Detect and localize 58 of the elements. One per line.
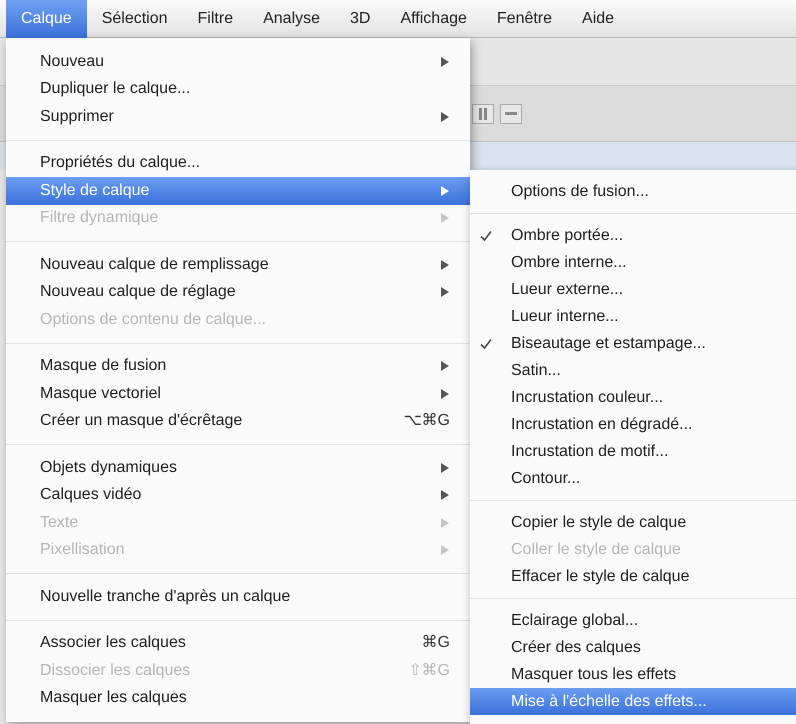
menu-item[interactable]: Biseautage et estampage... xyxy=(470,330,796,357)
menu-bar-item[interactable]: Filtre xyxy=(182,0,248,38)
submenu-arrow-icon xyxy=(440,462,450,474)
submenu-arrow-icon xyxy=(440,184,450,197)
distribute-icon[interactable] xyxy=(500,104,522,124)
menu-item[interactable]: Dupliquer le calque... xyxy=(6,76,470,103)
menu-item[interactable]: Supprimer xyxy=(6,103,470,130)
align-icon[interactable] xyxy=(472,104,494,124)
menu-item[interactable]: Style de calque xyxy=(6,177,470,204)
menu-item[interactable]: Incrustation en dégradé... xyxy=(470,411,796,438)
menu-bar-item[interactable]: Sélection xyxy=(86,0,183,38)
menu-item[interactable]: Masquer tous les effets xyxy=(470,661,796,688)
menu-item[interactable]: Nouvelle tranche d'après un calque xyxy=(6,583,470,610)
menu-item[interactable]: Créer des calques xyxy=(470,634,796,661)
submenu-arrow-icon xyxy=(440,258,450,271)
menu-item[interactable]: Lueur interne... xyxy=(470,303,796,330)
menu-item[interactable]: Masquer les calques xyxy=(6,684,470,712)
menu-bar-item[interactable]: Fenêtre xyxy=(482,0,568,38)
submenu-arrow-icon xyxy=(440,110,450,123)
shortcut-label: ⇧⌘G xyxy=(408,660,450,681)
menu-item[interactable]: Nouveau xyxy=(6,48,470,76)
menu-item[interactable]: Options de fusion... xyxy=(470,178,796,205)
menu-item[interactable]: Mise à l'échelle des effets... xyxy=(470,688,796,715)
menu-item[interactable]: Propriétés du calque... xyxy=(6,150,470,177)
menu-bar-item[interactable]: 3D xyxy=(335,0,386,38)
shortcut-label: ⌘G xyxy=(422,633,450,654)
submenu-arrow-icon xyxy=(440,56,450,68)
checkmark-icon xyxy=(480,338,492,350)
shortcut-label: ⌥⌘G xyxy=(404,411,450,432)
menu-item[interactable]: Ombre interne... xyxy=(470,249,796,276)
menu-item[interactable]: Masque vectoriel xyxy=(6,380,470,408)
submenu-arrow-icon xyxy=(440,212,450,224)
menu-item[interactable]: Incrustation de motif... xyxy=(470,438,796,465)
checkmark-icon xyxy=(480,230,492,242)
menu-item[interactable]: Contour... xyxy=(470,465,796,492)
menu-item[interactable]: Créer un masque d'écrêtage ⌥⌘G xyxy=(6,408,470,435)
menu-item[interactable]: Copier le style de calque xyxy=(470,509,796,536)
menu-bar-item[interactable]: Aide xyxy=(567,0,630,38)
submenu-arrow-icon xyxy=(440,286,450,298)
menu-item[interactable]: Effacer le style de calque xyxy=(470,563,796,590)
menu-bar-item[interactable]: Analyse xyxy=(248,0,336,38)
submenu-arrow-icon xyxy=(440,360,450,372)
menu-item[interactable]: Nouveau calque de réglage xyxy=(6,278,470,306)
submenu-arrow-icon xyxy=(440,516,450,529)
menu-item[interactable]: Objets dynamiques xyxy=(6,454,470,482)
menu-item[interactable]: Ombre portée... xyxy=(470,222,796,249)
menu-item[interactable]: Masque de fusion xyxy=(6,352,470,380)
menu-item[interactable]: Nouveau calque de remplissage xyxy=(6,251,470,278)
menu-bar-item[interactable]: Affichage xyxy=(385,0,482,38)
menu-item[interactable]: Satin... xyxy=(470,357,796,384)
menu-item[interactable]: Lueur externe... xyxy=(470,276,796,303)
menu-item[interactable]: Calques vidéo xyxy=(6,482,470,509)
submenu-arrow-icon xyxy=(440,489,450,502)
menu-item[interactable]: Eclairage global... xyxy=(470,607,796,634)
menu-item[interactable]: Associer les calques ⌘G xyxy=(6,630,470,657)
submenu-arrow-icon xyxy=(440,388,450,400)
submenu-arrow-icon xyxy=(440,544,450,556)
menu-item[interactable]: Incrustation couleur... xyxy=(470,384,796,411)
